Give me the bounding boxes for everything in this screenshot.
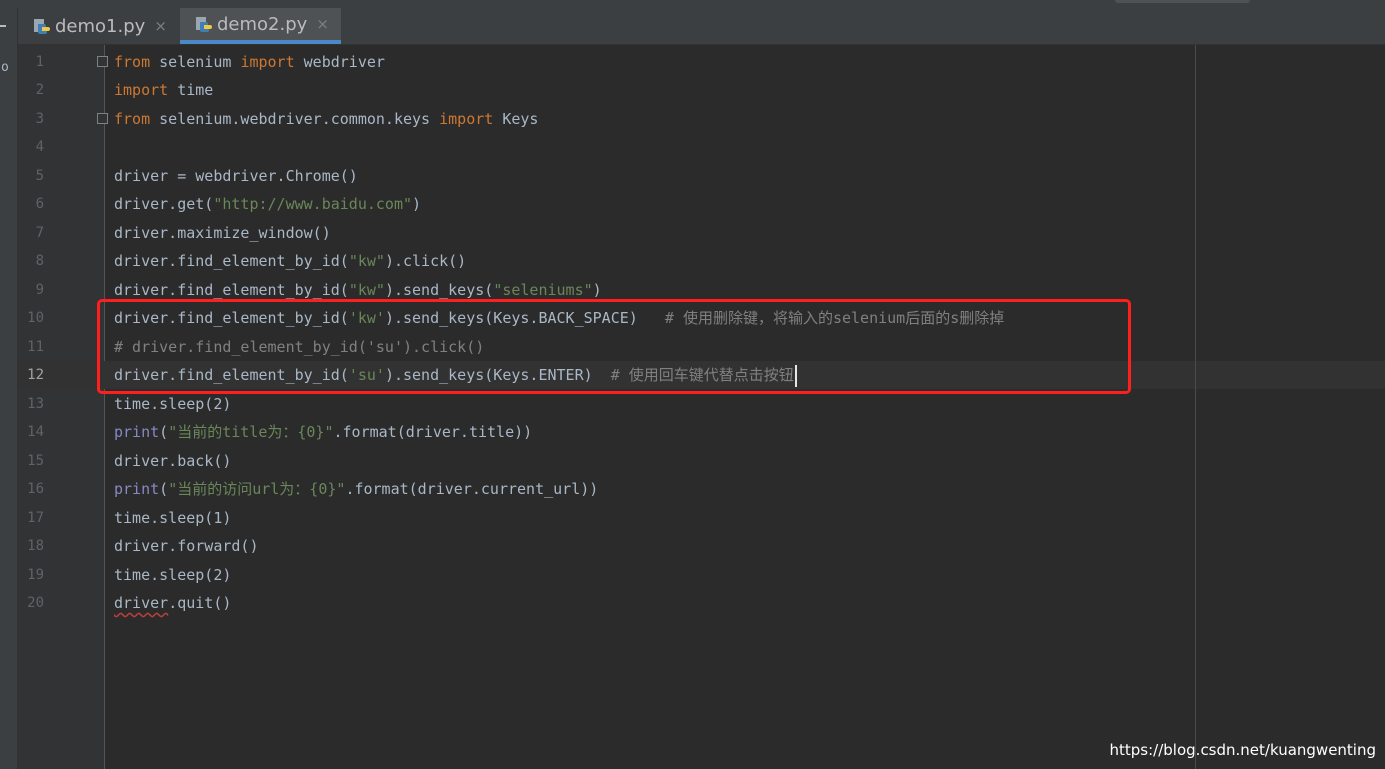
- code-line: 19 time.sleep(2): [18, 561, 1385, 589]
- code-text: from selenium import webdriver: [114, 48, 385, 76]
- code-line: 16 print("当前的访问url为：{0}".format(driver.c…: [18, 475, 1385, 503]
- code-token: time: [168, 81, 214, 99]
- code-line: 20 driver.quit(): [18, 589, 1385, 617]
- line-number: 5: [35, 168, 44, 184]
- tab-label: demo1.py: [55, 15, 146, 37]
- code-token: .format(driver.current_url)): [345, 480, 599, 498]
- code-token: .format(driver.title)): [333, 423, 533, 441]
- line-number: 15: [27, 453, 44, 469]
- editor-tab-bar: demo1.py × demo2.py ×: [18, 8, 1385, 45]
- builtin-function: print: [114, 480, 160, 498]
- code-text: import time: [114, 76, 213, 104]
- line-number: 16: [27, 481, 44, 497]
- line-number: 17: [27, 510, 44, 526]
- tab-label: demo2.py: [217, 13, 308, 35]
- code-text: driver.forward(): [114, 537, 259, 555]
- code-line: 18 driver.forward(): [18, 532, 1385, 560]
- code-text: driver.back(): [114, 452, 232, 470]
- close-icon[interactable]: ×: [154, 17, 167, 35]
- code-token: driver.get(: [114, 195, 214, 213]
- python-file-icon: [33, 18, 50, 35]
- code-token: (: [159, 423, 169, 441]
- code-text: print("当前的访问url为：{0}".format(driver.curr…: [114, 475, 598, 503]
- builtin-function: print: [114, 423, 160, 441]
- code-token: ): [412, 195, 422, 213]
- line-number: 9: [35, 282, 44, 298]
- code-token: ): [592, 281, 602, 299]
- scroll-pill: [1115, 0, 1250, 3]
- code-token: .quit(): [168, 594, 232, 612]
- code-token: driver.find_element_by_id(: [114, 281, 349, 299]
- code-text: from selenium.webdriver.common.keys impo…: [114, 105, 538, 133]
- string-literal: "kw": [348, 281, 385, 299]
- watermark: https://blog.csdn.net/kuangwenting: [1109, 741, 1376, 759]
- line-number: 4: [35, 139, 44, 155]
- code-text: driver.maximize_window(): [114, 224, 331, 242]
- code-line: 3 from selenium.webdriver.common.keys im…: [18, 105, 1385, 133]
- code-token: webdriver: [294, 53, 385, 71]
- string-literal: "当前的访问url为：{0}": [168, 480, 346, 498]
- highlight-annotation-box: [97, 299, 1131, 394]
- string-literal: "seleniums": [493, 281, 593, 299]
- line-number: 11: [27, 339, 44, 355]
- side-tool-strip: o: [0, 8, 18, 769]
- code-line: 8 driver.find_element_by_id("kw").click(…: [18, 247, 1385, 275]
- code-text: driver.get("http://www.baidu.com"): [114, 190, 421, 218]
- line-number: 18: [27, 538, 44, 554]
- code-token: (: [159, 480, 169, 498]
- code-line: 7 driver.maximize_window(): [18, 219, 1385, 247]
- line-number: 3: [35, 111, 44, 127]
- window-top-strip: [0, 0, 1385, 8]
- keyword: import: [240, 53, 295, 71]
- code-text: print("当前的title为：{0}".format(driver.titl…: [114, 418, 532, 446]
- code-token: selenium.webdriver.common.keys: [150, 110, 440, 128]
- line-number: 13: [27, 396, 44, 412]
- code-line: 14 print("当前的title为：{0}".format(driver.t…: [18, 418, 1385, 446]
- tab-demo1[interactable]: demo1.py ×: [18, 8, 180, 44]
- line-number: 8: [35, 253, 44, 269]
- string-literal: "http://www.baidu.com": [213, 195, 413, 213]
- code-text: time.sleep(1): [114, 509, 232, 527]
- code-text: driver.quit(): [114, 589, 231, 617]
- line-number: 14: [27, 424, 44, 440]
- line-number: 19: [27, 567, 44, 583]
- line-number: 6: [35, 196, 44, 212]
- code-line: 15 driver.back(): [18, 447, 1385, 475]
- code-token: ).click(): [384, 252, 467, 270]
- keyword: from: [114, 53, 151, 71]
- code-line: 13 time.sleep(2): [18, 390, 1385, 418]
- line-number: 2: [35, 82, 44, 98]
- side-panel-fragment: o: [1, 60, 9, 75]
- code-line: 4: [18, 133, 1385, 161]
- code-line: 5 driver = webdriver.Chrome(): [18, 162, 1385, 190]
- line-number: 12: [27, 367, 44, 383]
- code-line: 17 time.sleep(1): [18, 504, 1385, 532]
- code-token: selenium: [150, 53, 241, 71]
- string-literal: "kw": [348, 252, 385, 270]
- code-line: 6 driver.get("http://www.baidu.com"): [18, 190, 1385, 218]
- code-line: 1 from selenium import webdriver: [18, 48, 1385, 76]
- line-number: 1: [35, 54, 44, 70]
- keyword: import: [439, 110, 494, 128]
- collapse-icon[interactable]: [0, 25, 6, 27]
- code-editor[interactable]: 1 from selenium import webdriver 2 impor…: [18, 45, 1385, 769]
- close-icon[interactable]: ×: [316, 15, 329, 33]
- code-token: ).send_keys(: [384, 281, 494, 299]
- code-line: 2 import time: [18, 76, 1385, 104]
- python-file-icon: [195, 16, 212, 33]
- code-token: driver.find_element_by_id(: [114, 252, 349, 270]
- keyword: import: [114, 81, 169, 99]
- line-number: 7: [35, 225, 44, 241]
- line-number: 10: [27, 310, 44, 326]
- code-text: driver.find_element_by_id("kw").click(): [114, 247, 466, 275]
- code-text: time.sleep(2): [114, 395, 232, 413]
- code-token: Keys: [493, 110, 539, 128]
- string-literal: "当前的title为：{0}": [168, 423, 334, 441]
- code-text: time.sleep(2): [114, 566, 232, 584]
- keyword: from: [114, 110, 151, 128]
- tab-demo2[interactable]: demo2.py ×: [180, 8, 341, 44]
- code-text: driver = webdriver.Chrome(): [114, 167, 358, 185]
- line-number: 20: [27, 595, 44, 611]
- warning-token: driver: [114, 594, 169, 612]
